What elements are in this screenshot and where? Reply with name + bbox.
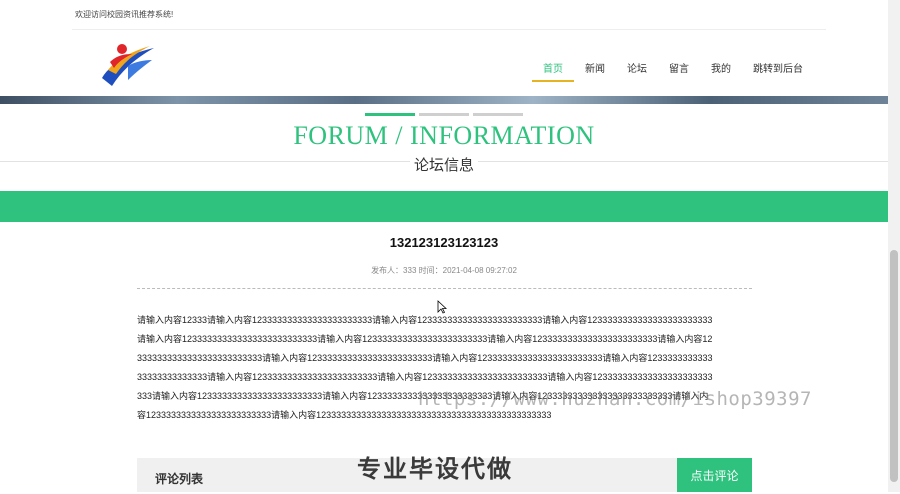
top-welcome-bar: 欢迎访问校园资讯推荐系统!: [0, 0, 888, 30]
nav-forum[interactable]: 论坛: [616, 60, 658, 82]
header: 首页 新闻 论坛 留言 我的 跳转到后台: [0, 30, 888, 96]
green-band: [0, 191, 888, 222]
nav-home[interactable]: 首页: [532, 60, 574, 82]
nav-mine[interactable]: 我的: [700, 60, 742, 82]
section-title-cn-text: 论坛信息: [409, 157, 478, 174]
article-title: 132123123123123: [389, 235, 499, 250]
section-title-cn: 论坛信息: [0, 154, 888, 175]
mouse-cursor-icon: [437, 300, 447, 314]
section-indicator: [473, 113, 523, 116]
logo-icon[interactable]: [98, 40, 158, 88]
main-nav: 首页 新闻 论坛 留言 我的 跳转到后台: [532, 60, 814, 82]
section-title-en: FORUM / INFORMATION: [293, 121, 595, 150]
section-indicator-active: [365, 113, 415, 116]
welcome-text: 欢迎访问校园资讯推荐系统!: [75, 10, 174, 19]
scrollbar[interactable]: [888, 0, 900, 492]
watermark-text: 专业毕设代做: [357, 456, 513, 483]
article-meta: 发布人：333 时间：2021-04-08 09:27:02: [371, 266, 517, 275]
add-comment-button[interactable]: 点击评论: [677, 458, 752, 492]
watermark-url: https://www.huzhan.com/ishop39397: [418, 388, 812, 410]
dashed-divider: [137, 288, 752, 289]
scrollbar-thumb[interactable]: [890, 250, 898, 482]
nav-news[interactable]: 新闻: [574, 60, 616, 82]
nav-admin[interactable]: 跳转到后台: [742, 60, 814, 82]
nav-message[interactable]: 留言: [658, 60, 700, 82]
comments-label: 评论列表: [155, 472, 204, 486]
section-indicator: [419, 113, 469, 116]
banner-image: [0, 96, 888, 104]
